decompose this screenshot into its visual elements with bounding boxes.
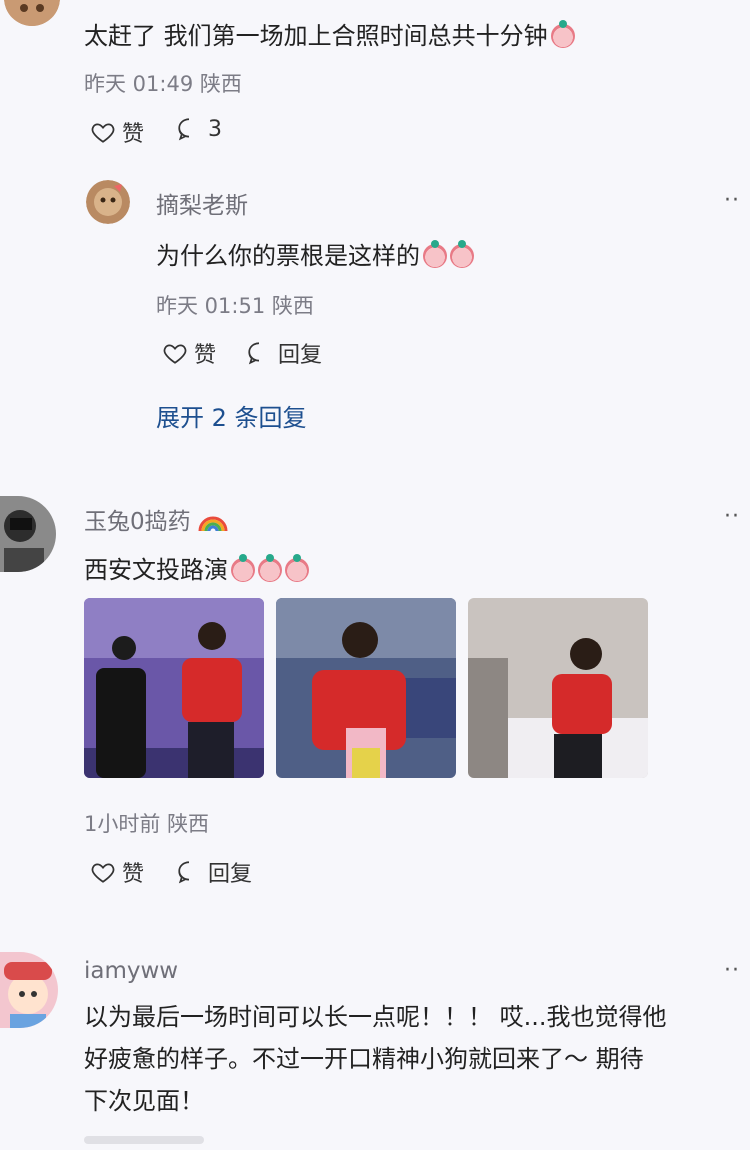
reply-avatar[interactable] bbox=[86, 180, 130, 224]
comment-bubble-icon bbox=[248, 342, 260, 365]
reply-reply-button[interactable]: 回复 bbox=[246, 337, 322, 369]
comment-meta: 1小时前 陕西 bbox=[84, 812, 210, 836]
reply-count-button[interactable]: 3 bbox=[176, 116, 222, 142]
like-button[interactable]: 赞 bbox=[90, 116, 144, 148]
emoji-icon bbox=[258, 554, 282, 582]
comment-bubble-icon bbox=[178, 861, 190, 884]
emoji-icon bbox=[285, 554, 309, 582]
more-options-icon[interactable]: ·· bbox=[724, 188, 740, 213]
emoji-icon bbox=[231, 554, 255, 582]
avatar[interactable] bbox=[0, 952, 58, 1028]
rainbow-icon bbox=[198, 516, 228, 532]
comment-username[interactable]: iamyww bbox=[84, 958, 178, 984]
reply-text: 为什么你的票根是这样的 bbox=[156, 242, 420, 270]
comment-meta: 昨天 01:49 陕西 bbox=[84, 72, 242, 96]
like-button[interactable]: 赞 bbox=[90, 856, 144, 888]
heart-outline-icon bbox=[163, 344, 187, 364]
comment-username: 玉兔0捣药 bbox=[84, 502, 228, 536]
comment-photo[interactable] bbox=[276, 598, 456, 778]
avatar[interactable] bbox=[4, 0, 60, 26]
more-options-icon[interactable]: ·· bbox=[724, 958, 740, 983]
emoji-icon bbox=[423, 240, 447, 268]
avatar[interactable] bbox=[0, 496, 56, 572]
heart-outline-icon bbox=[91, 123, 115, 143]
emoji-icon bbox=[450, 240, 474, 268]
comment-text: 太赶了 我们第一场加上合照时间总共十分钟 bbox=[84, 22, 548, 50]
reply-meta: 昨天 01:51 陕西 bbox=[156, 294, 314, 318]
comment-photo[interactable] bbox=[84, 598, 264, 778]
expand-replies-link[interactable]: 展开 2 条回复 bbox=[156, 398, 307, 433]
comment-bubble-icon bbox=[178, 118, 190, 141]
reply-username[interactable]: 摘梨老斯 bbox=[156, 186, 248, 220]
comment-text: 西安文投路演 bbox=[84, 556, 228, 584]
emoji-icon bbox=[550, 20, 575, 48]
next-item-edge bbox=[84, 1136, 204, 1144]
reply-button[interactable]: 回复 bbox=[176, 856, 252, 888]
reply-like-button[interactable]: 赞 bbox=[162, 337, 216, 369]
comment-photo[interactable] bbox=[468, 598, 648, 778]
heart-outline-icon bbox=[91, 863, 115, 883]
more-options-icon[interactable]: ·· bbox=[724, 504, 740, 529]
comment-text: 以为最后一场时间可以长一点呢！！！ 哎...我也觉得他 好疲惫的样子。不过一开口… bbox=[84, 1003, 667, 1115]
